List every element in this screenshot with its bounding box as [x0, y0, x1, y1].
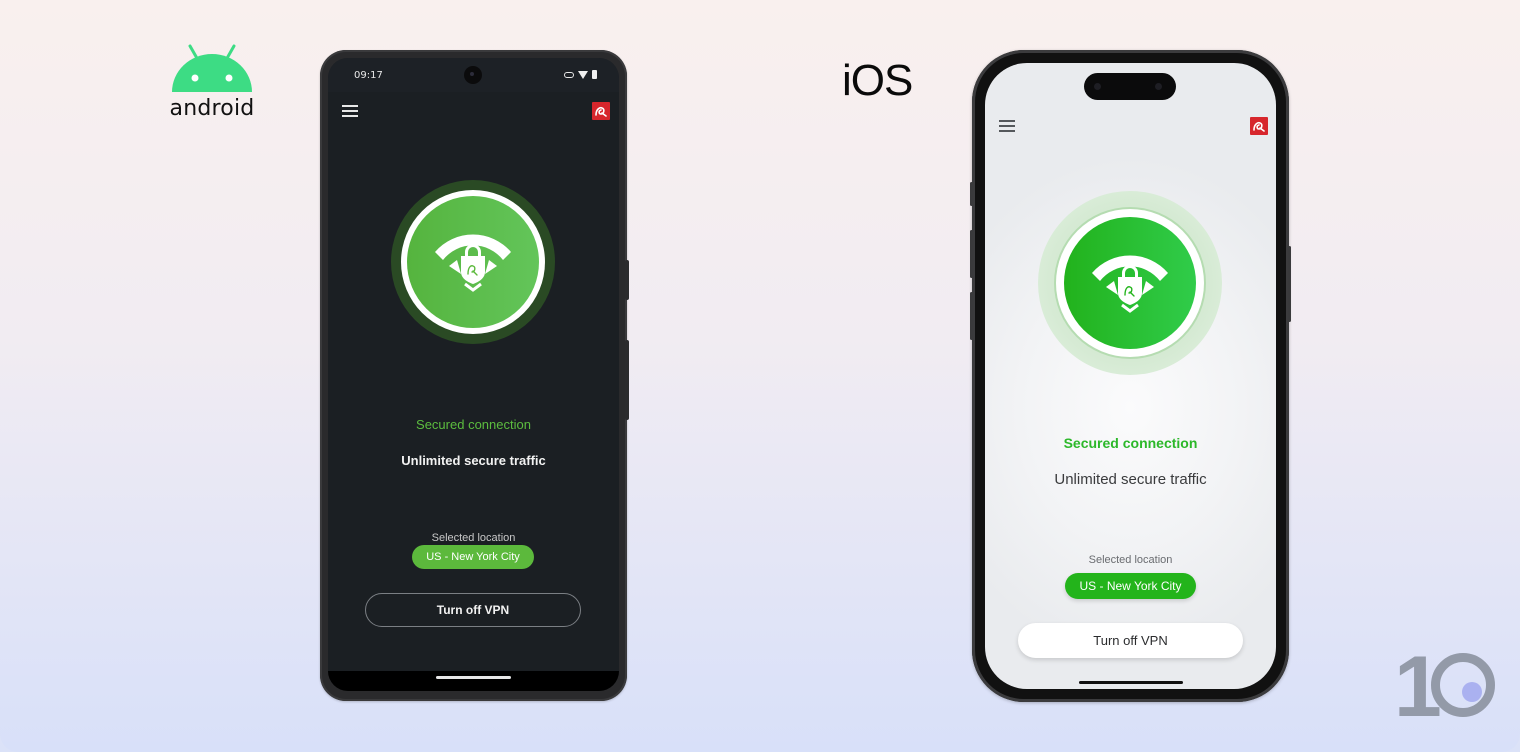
android-wordmark: android [169, 96, 255, 121]
volume-down-button [970, 292, 973, 340]
ios-phone: Secured connection Unlimited secure traf… [970, 50, 1291, 702]
wifi-icon [578, 70, 588, 79]
turn-off-vpn-button[interactable]: Turn off VPN [1018, 623, 1243, 658]
traffic-info: Unlimited secure traffic [401, 453, 546, 468]
home-indicator[interactable] [1079, 681, 1183, 684]
android-logo: android [164, 44, 260, 124]
connection-status: Secured connection [1063, 435, 1198, 451]
page-background: android iOS 09:17 Secured connection Unl… [0, 0, 1520, 752]
android-robot-icon [172, 44, 252, 92]
ios-screen: Secured connection Unlimited secure traf… [985, 63, 1276, 689]
vpn-key-icon [564, 71, 574, 78]
status-icons [564, 70, 597, 79]
ios-label: iOS [842, 56, 913, 105]
navigation-bar [328, 671, 619, 691]
front-camera [464, 66, 482, 84]
power-button [625, 260, 629, 300]
wifi-lock-shield-icon [1092, 255, 1168, 313]
volume-button [625, 340, 629, 420]
vpn-toggle-button[interactable] [407, 196, 539, 328]
hamburger-menu-icon[interactable] [999, 119, 1015, 132]
vpn-status-ring [391, 180, 555, 344]
avira-logo-icon [592, 102, 610, 120]
selected-location-label: Selected location [1088, 554, 1173, 566]
side-button [1288, 246, 1291, 322]
traffic-info: Unlimited secure traffic [1054, 471, 1207, 488]
turn-off-vpn-button[interactable]: Turn off VPN [365, 593, 581, 627]
location-selector-button[interactable]: US - New York City [412, 545, 534, 569]
volume-up-button [970, 230, 973, 278]
dynamic-island [1084, 73, 1176, 100]
android-phone: 09:17 Secured connection Unlimited secur… [320, 50, 629, 701]
status-bar: 09:17 [328, 58, 619, 92]
watermark-dot [1462, 682, 1482, 702]
status-time: 09:17 [354, 70, 383, 81]
selected-location-label: Selected location [431, 532, 516, 544]
avira-logo-icon [1250, 117, 1268, 135]
hamburger-menu-icon[interactable] [342, 104, 358, 118]
brand-watermark: 1 [1390, 639, 1500, 735]
home-indicator[interactable] [436, 676, 511, 679]
connection-status: Secured connection [416, 417, 531, 432]
vpn-toggle-button[interactable] [1064, 217, 1196, 349]
android-screen: 09:17 Secured connection Unlimited secur… [328, 58, 619, 691]
wifi-lock-shield-icon [435, 234, 511, 292]
battery-icon [592, 70, 597, 79]
location-selector-button[interactable]: US - New York City [1065, 573, 1196, 599]
vpn-status-ring [1038, 191, 1222, 375]
action-button [970, 182, 973, 206]
